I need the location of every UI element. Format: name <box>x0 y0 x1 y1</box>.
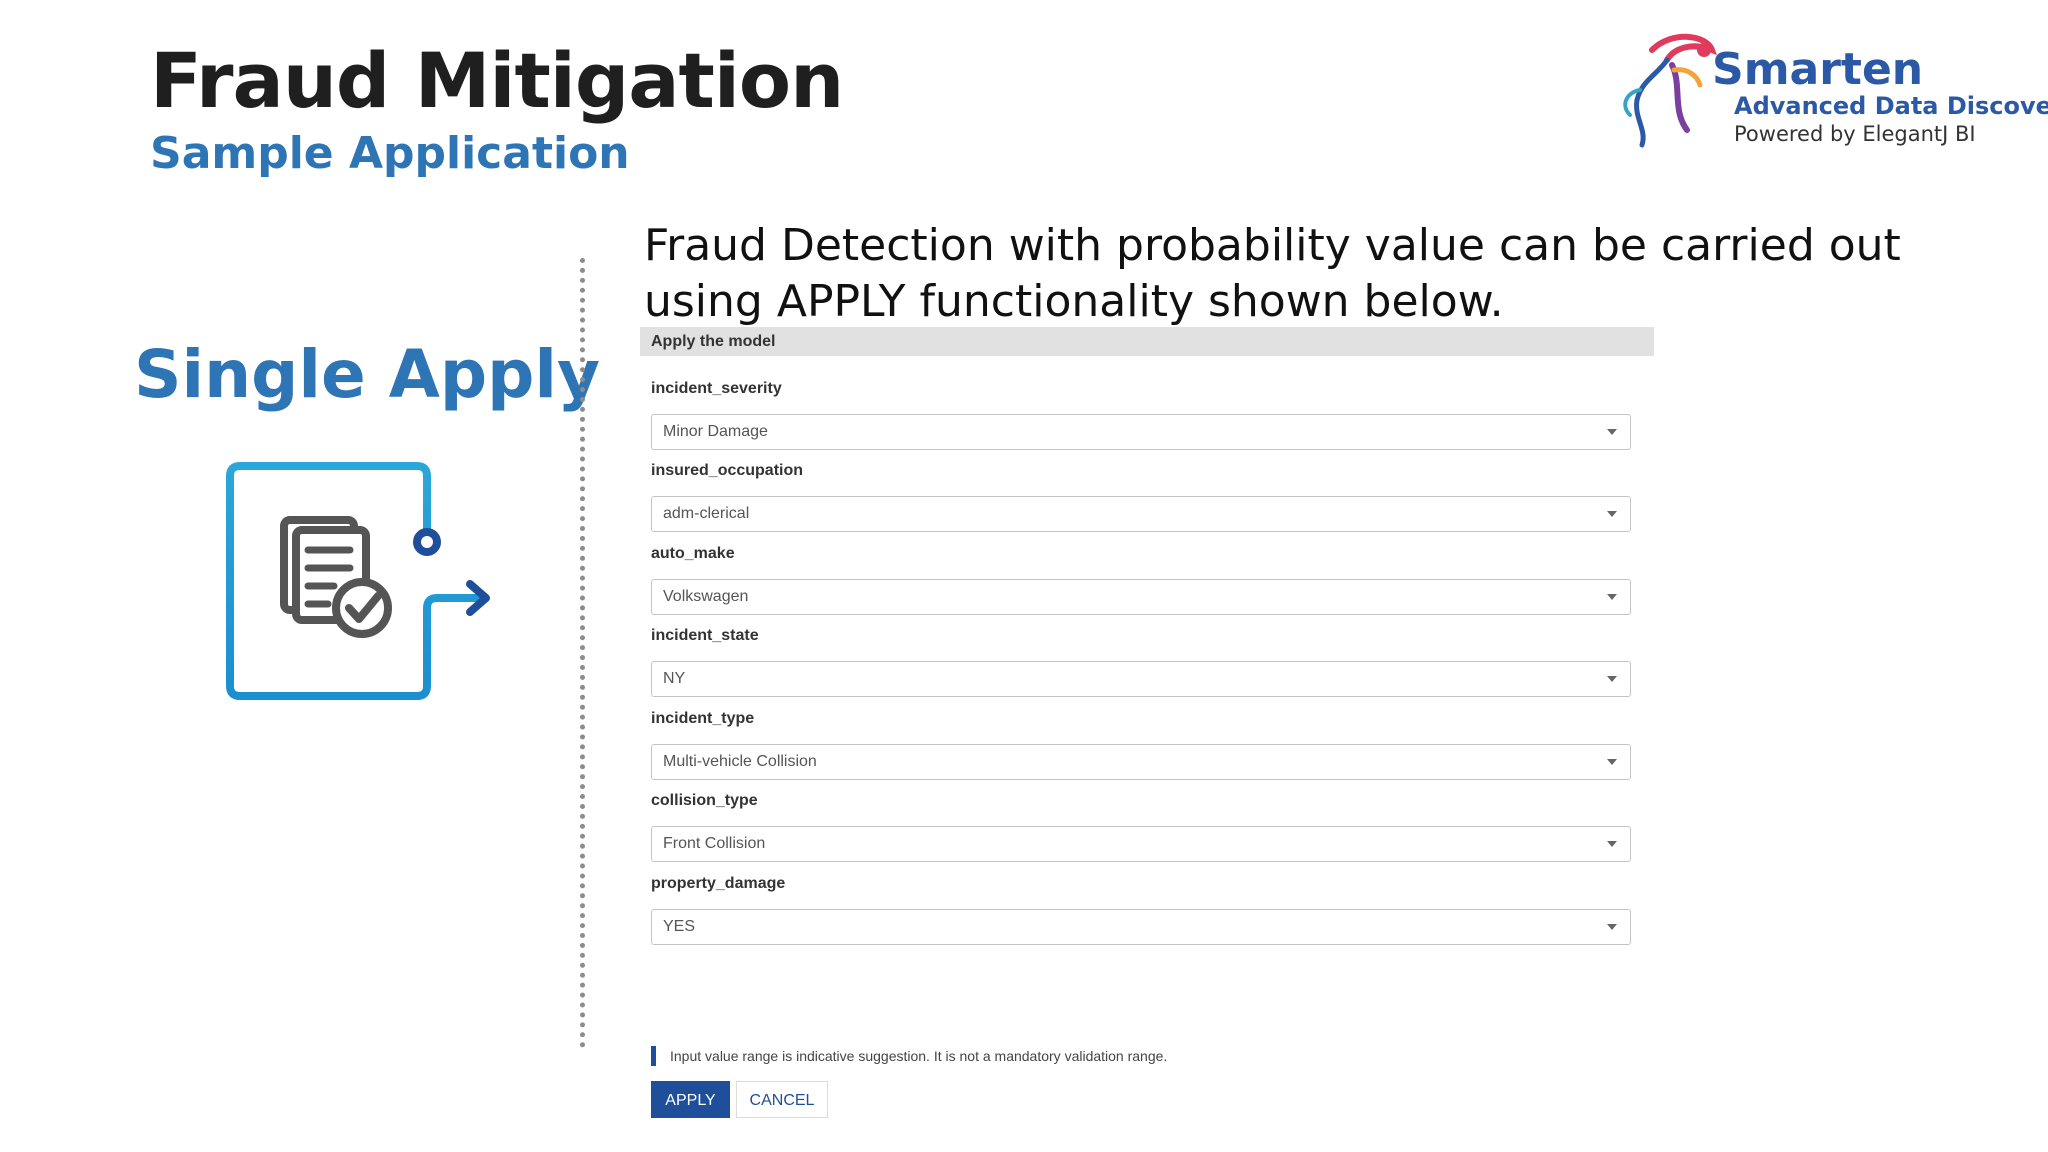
field-incident-state: incident_state NY <box>651 625 1631 697</box>
section-label: Single Apply <box>134 336 600 413</box>
insured-occupation-select[interactable]: adm-clerical <box>651 496 1631 532</box>
slide-subtitle: Sample Application <box>150 128 630 179</box>
select-value: Minor Damage <box>663 423 768 440</box>
field-auto-make: auto_make Volkswagen <box>651 543 1631 615</box>
field-label: incident_type <box>651 710 755 727</box>
field-label: incident_severity <box>651 380 782 397</box>
apply-button[interactable]: APPLY <box>651 1081 730 1118</box>
vertical-divider <box>580 258 585 1048</box>
property-damage-select[interactable]: YES <box>651 909 1631 945</box>
chevron-down-icon <box>1607 759 1617 765</box>
select-value: Front Collision <box>663 835 766 852</box>
field-property-damage: property_damage YES <box>651 873 1631 945</box>
slide-title: Fraud Mitigation <box>150 36 844 125</box>
incident-state-select[interactable]: NY <box>651 661 1631 697</box>
chevron-down-icon <box>1607 429 1617 435</box>
select-value: NY <box>663 670 686 687</box>
field-collision-type: collision_type Front Collision <box>651 790 1631 862</box>
chevron-down-icon <box>1607 924 1617 930</box>
chevron-down-icon <box>1607 676 1617 682</box>
logo-tagline: Advanced Data Discovery <box>1734 92 2048 120</box>
chevron-down-icon <box>1607 594 1617 600</box>
intro-text: Fraud Detection with probability value c… <box>644 218 1904 330</box>
field-label: incident_state <box>651 627 759 644</box>
intro-line-2: using APPLY functionality shown below. <box>644 276 1504 327</box>
select-value: YES <box>663 918 696 935</box>
incident-type-select[interactable]: Multi-vehicle Collision <box>651 744 1631 780</box>
field-label: collision_type <box>651 792 758 809</box>
field-incident-severity: incident_severity Minor Damage <box>651 378 1631 450</box>
chevron-down-icon <box>1607 511 1617 517</box>
logo-powered-by: Powered by ElegantJ BI <box>1734 122 1976 146</box>
select-value: Multi-vehicle Collision <box>663 753 817 770</box>
field-label: insured_occupation <box>651 462 804 479</box>
chevron-down-icon <box>1607 841 1617 847</box>
field-incident-type: incident_type Multi-vehicle Collision <box>651 708 1631 780</box>
field-label: auto_make <box>651 545 735 562</box>
document-check-icon <box>226 462 490 700</box>
collision-type-select[interactable]: Front Collision <box>651 826 1631 862</box>
intro-line-1: Fraud Detection with probability value c… <box>644 220 1901 271</box>
smarten-logo-icon <box>1623 33 1717 148</box>
field-insured-occupation: insured_occupation adm-clerical <box>651 460 1631 532</box>
range-note: Input value range is indicative suggesti… <box>651 1046 1167 1066</box>
cancel-button[interactable]: CANCEL <box>736 1081 828 1118</box>
logo-name: Smarten <box>1712 44 1924 95</box>
auto-make-select[interactable]: Volkswagen <box>651 579 1631 615</box>
field-label: property_damage <box>651 875 786 892</box>
panel-header: Apply the model <box>640 327 1654 356</box>
smarten-logo: Smarten Advanced Data Discovery Powered … <box>1612 30 2048 152</box>
select-value: adm-clerical <box>663 505 750 522</box>
incident-severity-select[interactable]: Minor Damage <box>651 414 1631 450</box>
select-value: Volkswagen <box>663 588 749 605</box>
